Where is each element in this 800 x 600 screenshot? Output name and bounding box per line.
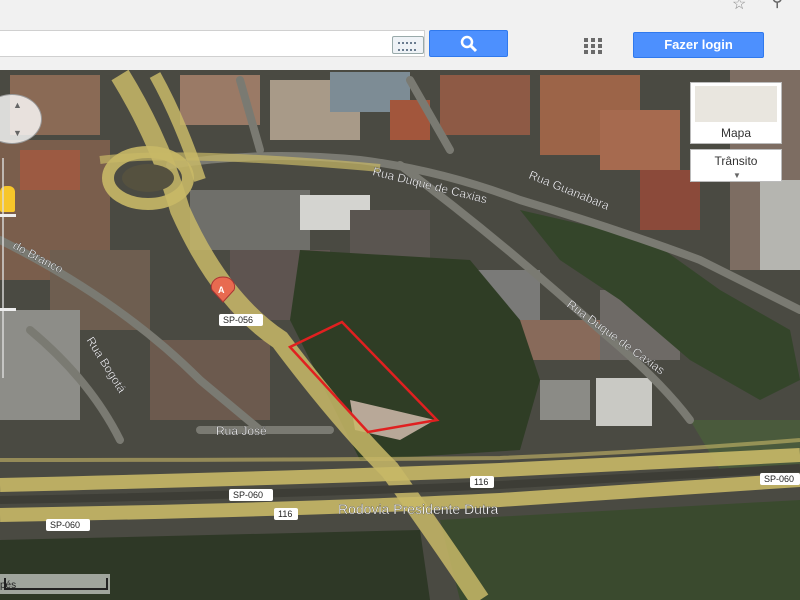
keyboard-icon[interactable] — [392, 36, 424, 54]
search-button[interactable] — [429, 30, 508, 57]
search-input[interactable] — [0, 30, 425, 57]
scale-label: pés — [0, 580, 17, 591]
shield-sp060-c: SP-060 — [764, 474, 794, 484]
satellite-map[interactable]: A SP-056 SP-060 SP-060 SP-060 116 116 Ru… — [0, 70, 800, 600]
map-thumbnail — [695, 86, 777, 122]
shield-sp060-a: SP-060 — [233, 490, 263, 500]
apps-grid-icon[interactable] — [584, 38, 604, 54]
chevron-down-icon[interactable]: ▼ — [13, 128, 22, 138]
label-rua-jose: Rua José — [216, 424, 267, 438]
scale-bar: pés — [0, 574, 110, 594]
search-icon — [460, 35, 478, 53]
star-icon[interactable]: ☆ — [732, 0, 746, 14]
login-button[interactable]: Fazer login — [633, 32, 764, 58]
scale-line — [4, 578, 108, 590]
traffic-button[interactable]: Trânsito ▼ — [690, 149, 782, 182]
shield-sp056: SP-056 — [223, 315, 253, 325]
top-search-icon[interactable]: ⚲ — [771, 0, 783, 11]
marker-label: A — [218, 285, 225, 295]
traffic-label: Trânsito — [714, 154, 758, 168]
map-type-button[interactable]: Mapa — [690, 82, 782, 144]
map-type-label: Mapa — [720, 126, 752, 140]
chevron-down-icon: ▼ — [733, 171, 741, 180]
zoom-slider[interactable] — [0, 158, 18, 378]
label-rodovia-dutra: Rodovia Presidente Dutra — [338, 501, 499, 517]
top-bar: ☆ ⚲ Fazer login — [0, 0, 800, 71]
shield-116-b: 116 — [278, 509, 292, 519]
chevron-up-icon[interactable]: ▲ — [13, 100, 22, 110]
shield-116-a: 116 — [474, 477, 488, 487]
shield-sp060-b: SP-060 — [50, 520, 80, 530]
